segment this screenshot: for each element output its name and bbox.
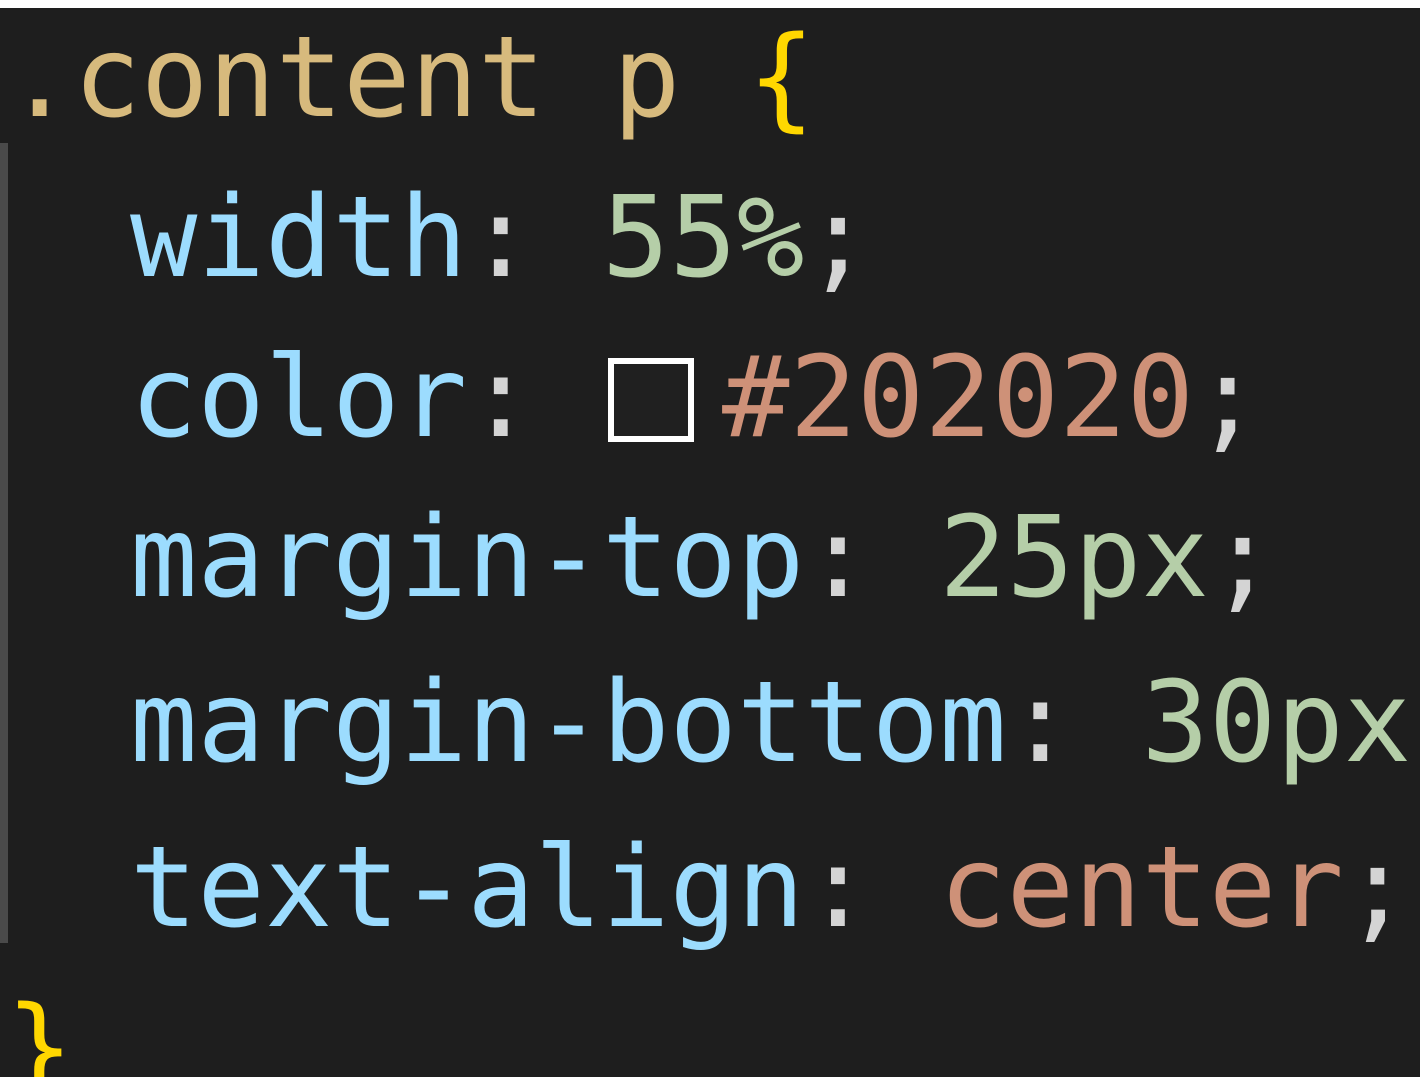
semicolon: ;: [1343, 823, 1412, 953]
code-line-close: }: [6, 968, 73, 1077]
editor-screenshot: .content p { width: 55%; color: #202020;…: [0, 0, 1420, 1077]
colon: :: [467, 333, 535, 463]
css-property: width: [130, 173, 468, 303]
indent-guide: [0, 143, 8, 943]
colon: :: [804, 493, 872, 623]
css-property: margin-bottom: [130, 658, 1007, 788]
css-value: 30px: [1141, 658, 1412, 788]
css-selector: .content p: [6, 13, 681, 143]
semicolon: ;: [1411, 658, 1420, 788]
code-line-text-align: text-align: center;: [130, 808, 1411, 968]
code-line-margin-top: margin-top: 25px;: [130, 478, 1276, 638]
css-value: #202020: [722, 333, 1195, 463]
css-value: 25px: [939, 493, 1209, 623]
semicolon: ;: [804, 173, 872, 303]
css-value: center: [939, 823, 1344, 953]
semicolon: ;: [1208, 493, 1277, 623]
color-swatch-icon[interactable]: [608, 358, 695, 442]
code-line-color: color: #202020;: [130, 318, 1261, 478]
css-value: 55%: [602, 173, 805, 303]
code-editor[interactable]: .content p { width: 55%; color: #202020;…: [0, 8, 1420, 1077]
colon: :: [467, 173, 535, 303]
code-line-margin-bottom: margin-bottom: 30px;: [130, 643, 1420, 803]
colon: :: [804, 823, 872, 953]
colon: :: [1006, 658, 1075, 788]
open-brace: {: [747, 13, 816, 143]
code-line-width: width: 55%;: [130, 158, 872, 318]
css-property: text-align: [130, 823, 805, 953]
semicolon: ;: [1194, 333, 1262, 463]
css-property: margin-top: [130, 493, 805, 623]
css-property: color: [130, 333, 468, 463]
code-line-selector: .content p {: [6, 8, 816, 158]
close-brace: }: [6, 983, 74, 1077]
